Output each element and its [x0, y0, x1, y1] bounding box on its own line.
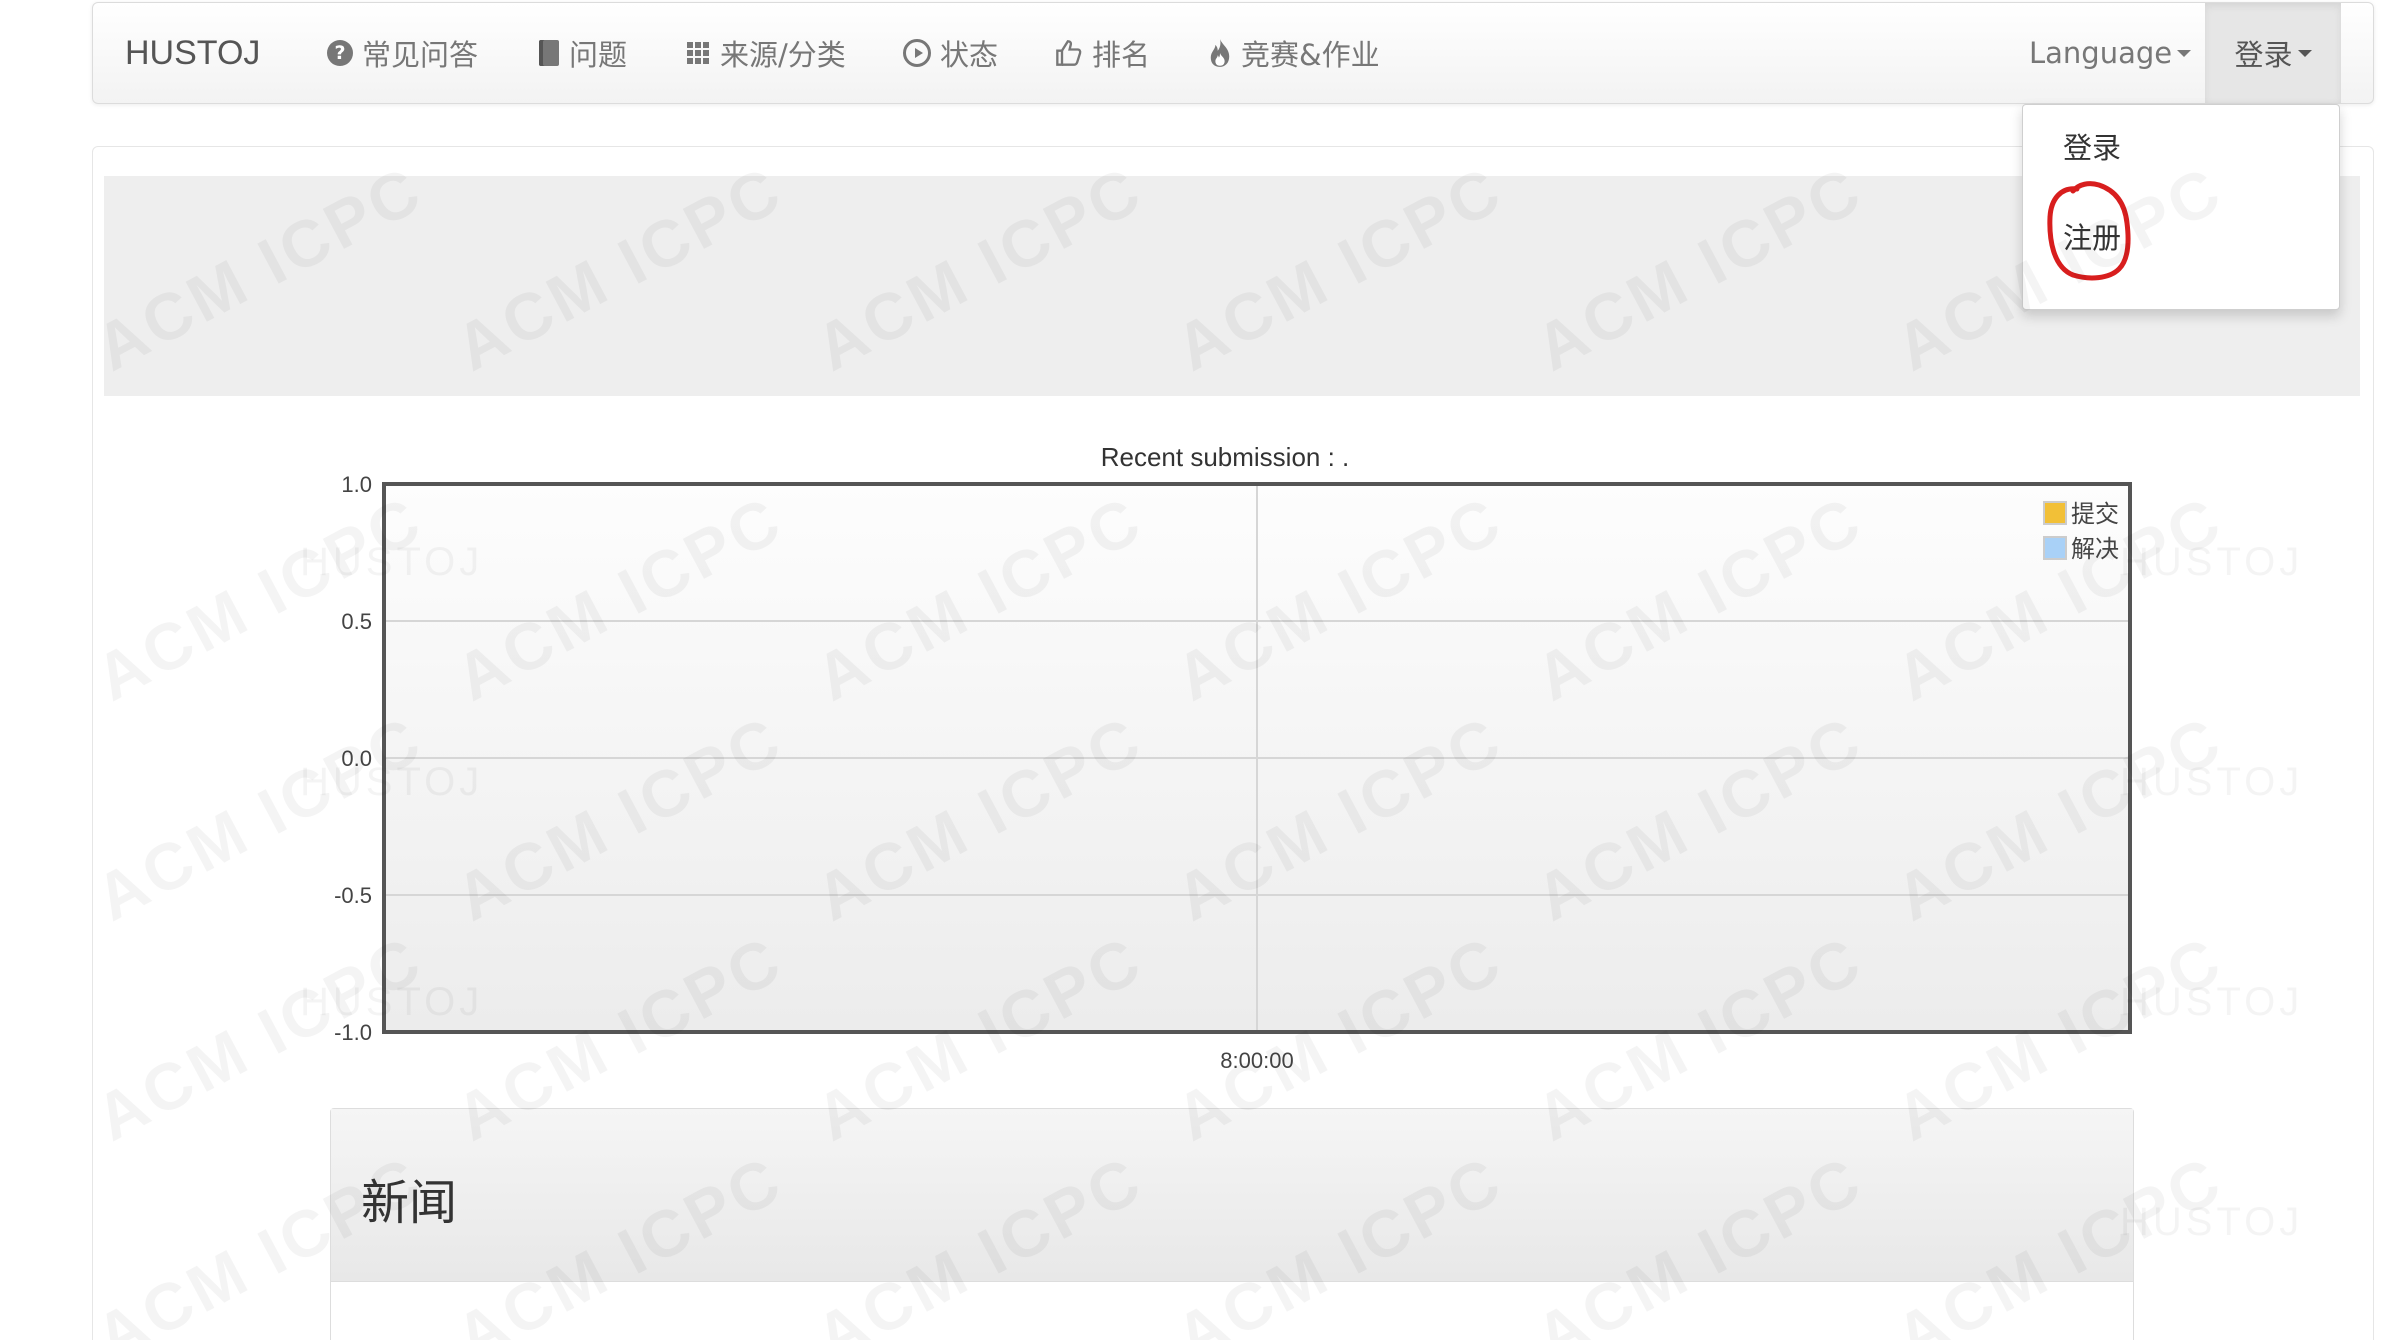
legend-swatch	[2043, 536, 2067, 560]
nav-contests[interactable]: 竞赛&作业	[1208, 3, 1380, 103]
y-tick-label: 0.5	[341, 609, 372, 634]
news-heading: 新闻	[331, 1109, 2133, 1282]
login-dropdown-toggle[interactable]: 登录	[2205, 3, 2341, 103]
thumbs-up-icon	[1055, 39, 1083, 67]
legend-label: 解决	[2071, 536, 2119, 563]
brand-logo[interactable]: HUSTOJ	[125, 3, 260, 103]
legend-label: 提交	[2071, 501, 2119, 528]
nav-problems[interactable]: 问题	[539, 3, 627, 103]
chart-svg: Recent submission : . 1.0 0.5 0.0 -0.5 -1.0 8…	[334, 442, 2132, 1073]
dropdown-login-item[interactable]: 登录	[2063, 125, 2121, 167]
news-title: 新闻	[361, 1175, 458, 1231]
book-icon	[539, 40, 559, 66]
nav-ranklist-label: 排名	[1092, 38, 1151, 72]
caret-down-icon	[2177, 49, 2192, 57]
page-root: HUSTOJ ? 常见问答 问题 来源/分类 状态 排名 竞赛&作业 Langu…	[0, 0, 2406, 1340]
nav-faq-label: 常见问答	[362, 38, 479, 72]
submission-chart: Recent submission : . 1.0 0.5 0.0 -0.5 -1.0 8…	[300, 432, 2150, 1082]
fire-icon	[1208, 38, 1232, 68]
nav-faq[interactable]: ? 常见问答	[327, 3, 478, 103]
nav-contests-label: 竞赛&作业	[1241, 38, 1380, 72]
caret-down-icon	[2297, 49, 2312, 57]
y-tick-label: -0.5	[334, 883, 372, 908]
legend-swatch	[2043, 501, 2067, 525]
highlight-circle	[2047, 181, 2131, 281]
question-circle-icon: ?	[327, 40, 353, 66]
y-tick-label: 0.0	[341, 746, 372, 771]
news-panel: 新闻	[330, 1108, 2134, 1340]
x-tick-label: 8:00:00	[1220, 1048, 1293, 1073]
nav-ranklist[interactable]: 排名	[1055, 3, 1150, 103]
language-dropdown[interactable]: Language	[2029, 3, 2192, 103]
nav-source-category[interactable]: 来源/分类	[687, 3, 846, 103]
chart-title: Recent submission : .	[1101, 442, 1350, 472]
language-label: Language	[2029, 36, 2173, 70]
login-dropdown-menu: 登录 注册	[2022, 104, 2340, 310]
nav-source-category-label: 来源/分类	[720, 38, 846, 72]
top-navbar: HUSTOJ ? 常见问答 问题 来源/分类 状态 排名 竞赛&作业 Langu…	[92, 2, 2374, 104]
play-circle-icon	[903, 39, 931, 67]
y-tick-label: -1.0	[334, 1020, 372, 1045]
y-tick-label: 1.0	[341, 472, 372, 497]
nav-problems-label: 问题	[569, 38, 628, 72]
nav-status-label: 状态	[940, 38, 999, 72]
login-toggle-label: 登录	[2234, 38, 2293, 72]
nav-status[interactable]: 状态	[903, 3, 998, 103]
grid-icon	[687, 42, 709, 64]
